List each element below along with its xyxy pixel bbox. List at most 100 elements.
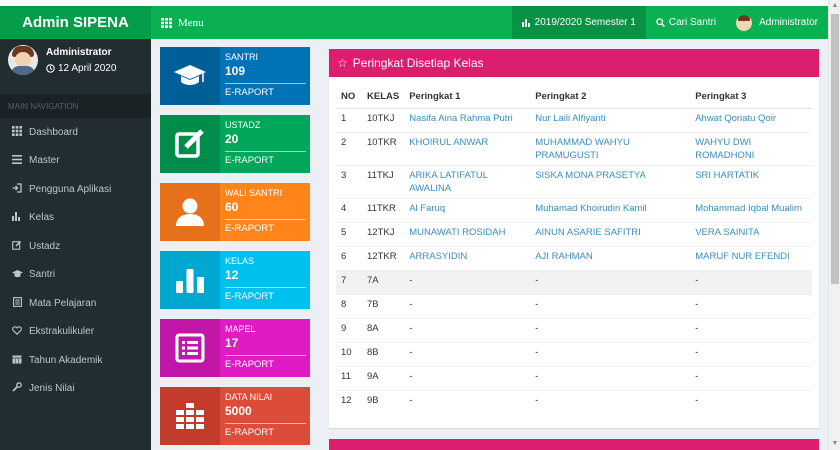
sidebar-item-pengguna-aplikasi[interactable]: Pengguna Aplikasi bbox=[0, 175, 151, 204]
sidebar-item-label: Dashboard bbox=[29, 126, 78, 138]
cell-p1[interactable]: ARRASYIDIN bbox=[404, 245, 531, 270]
table-row: 2 10TKR KHOIRUL ANWAR MUHAMMAD WAHYU PRAMUG… bbox=[336, 131, 812, 165]
brand-logo[interactable]: Admin SIPENA bbox=[0, 0, 151, 39]
avatar bbox=[8, 45, 38, 75]
cell-p2[interactable]: AJI RAHMAN bbox=[530, 245, 691, 270]
sidebar-item-santri[interactable]: Santri bbox=[0, 261, 151, 290]
cell-p3[interactable]: MARUF NUR EFENDI bbox=[690, 245, 812, 270]
sidebar-user-name: Administrator bbox=[46, 47, 112, 58]
scroll-down-arrow-icon[interactable]: ▼ bbox=[829, 438, 840, 450]
divider bbox=[225, 355, 306, 356]
info-box-footer-link[interactable]: E-RAPORT bbox=[225, 427, 306, 438]
nav-section-label: MAIN NAVIGATION bbox=[0, 94, 151, 118]
cell-kelas: 7B bbox=[362, 293, 405, 318]
cell-p1[interactable]: ARIKA LATIFATUL AWALINA bbox=[404, 164, 531, 198]
info-box-footer-link[interactable]: E-RAPORT bbox=[225, 359, 306, 370]
cell-p1[interactable]: Al Faruq bbox=[404, 197, 531, 222]
cell-kelas: 8A bbox=[362, 317, 405, 342]
cell-p3[interactable]: Ahwat Qoriatu Qoir bbox=[690, 107, 812, 132]
bar-chart-icon bbox=[160, 251, 220, 309]
sidebar-item-label: Jenis Nilai bbox=[29, 383, 75, 395]
cell-p1[interactable]: MUNAWATI ROSIDAH bbox=[404, 221, 531, 246]
cell-p2: - bbox=[530, 293, 691, 318]
search-santri-button[interactable]: Cari Santri bbox=[646, 6, 726, 39]
cell-no: 3 bbox=[336, 164, 362, 198]
cell-p2[interactable]: Nur Laili Alfiyanti bbox=[530, 107, 691, 132]
info-box-mapel[interactable]: MAPEL 17 E-RAPORT bbox=[160, 319, 310, 377]
sidebar-item-dashboard[interactable]: Dashboard bbox=[0, 118, 151, 147]
cell-p3[interactable]: Mohammad Iqbal Mualim bbox=[690, 197, 812, 222]
semester-selector[interactable]: 2019/2020 Semester 1 bbox=[511, 6, 646, 39]
cell-p1[interactable]: KHOIRUL ANWAR bbox=[404, 131, 531, 165]
cell-p2[interactable]: MUHAMMAD WAHYU PRAMUGUSTI bbox=[530, 131, 691, 165]
cell-p3: - bbox=[690, 317, 812, 342]
cell-p3[interactable]: SRI HARTATIK bbox=[690, 164, 812, 198]
search-icon bbox=[656, 18, 665, 27]
info-box-title: KELAS bbox=[225, 256, 255, 266]
info-box-footer-link[interactable]: E-RAPORT bbox=[225, 87, 306, 98]
cell-kelas: 10TKJ bbox=[362, 107, 405, 132]
table-row: 5 12TKJ MUNAWATI ROSIDAH AINUN ASARIE SAFIT… bbox=[336, 221, 812, 246]
info-box-santri[interactable]: SANTRI 109 E-RAPORT bbox=[160, 47, 310, 105]
cell-kelas: 10TKR bbox=[362, 131, 405, 165]
graduation-cap-icon bbox=[12, 269, 23, 281]
table-row: 8 7B - - - bbox=[336, 293, 812, 318]
scroll-thumb[interactable] bbox=[831, 14, 839, 284]
sidebar-item-label: Ekstrakulikuler bbox=[29, 326, 95, 338]
cell-p2[interactable]: AINUN ASARIE SAFITRI bbox=[530, 221, 691, 246]
cell-no: 1 bbox=[336, 107, 362, 132]
menu-toggle[interactable]: Menu bbox=[151, 6, 204, 39]
cell-p3: - bbox=[690, 269, 812, 294]
cell-p2[interactable]: Muhamad Khoirudin Kamil bbox=[530, 197, 691, 222]
cell-kelas: 12TKJ bbox=[362, 221, 405, 246]
info-box-ustadz[interactable]: USTADZ 20 E-RAPORT bbox=[160, 115, 310, 173]
table-row: 4 11TKR Al Faruq Muhamad Khoirudin Kamil Moh… bbox=[336, 197, 812, 222]
cell-no: 9 bbox=[336, 317, 362, 342]
info-box-number: 12 bbox=[225, 268, 239, 282]
info-box-footer-link[interactable]: E-RAPORT bbox=[225, 155, 306, 166]
info-box-footer-link[interactable]: E-RAPORT bbox=[225, 223, 306, 234]
sidebar-item-ekstrakulikuler[interactable]: Ekstrakulikuler bbox=[0, 318, 151, 347]
sidebar-item-mata-pelajaran[interactable]: Mata Pelajaran bbox=[0, 289, 151, 318]
bars-icon bbox=[12, 154, 22, 167]
cell-kelas: 8B bbox=[362, 341, 405, 366]
info-box-kelas[interactable]: KELAS 12 E-RAPORT bbox=[160, 251, 310, 309]
table-row: 10 8B - - - bbox=[336, 341, 812, 366]
info-box-number: 60 bbox=[225, 200, 239, 214]
cell-p3: - bbox=[690, 293, 812, 318]
cell-p2[interactable]: SISKA MONA PRASETYA bbox=[530, 164, 691, 198]
brand-title: Admin SIPENA bbox=[22, 14, 129, 31]
info-box-title: SANTRI bbox=[225, 52, 259, 62]
cell-no: 6 bbox=[336, 245, 362, 270]
sidebar-item-jenis-nilai[interactable]: Jenis Nilai bbox=[0, 375, 151, 404]
info-box-footer-link[interactable]: E-RAPORT bbox=[225, 291, 306, 302]
sidebar-item-label: Ustadz bbox=[29, 240, 61, 252]
cell-p2: - bbox=[530, 365, 691, 390]
sidebar-item-kelas[interactable]: Kelas bbox=[0, 204, 151, 233]
user-avatar bbox=[736, 14, 753, 31]
sidebar-item-tahun-akademik[interactable]: Tahun Akademik bbox=[0, 346, 151, 375]
user-menu[interactable]: Administrator bbox=[726, 6, 828, 39]
cell-p3[interactable]: VERA SAINITA bbox=[690, 221, 812, 246]
sidebar-item-master[interactable]: Master bbox=[0, 147, 151, 176]
info-box-title: USTADZ bbox=[225, 120, 261, 130]
ranking-title: Peringkat Disetiap Kelas bbox=[352, 56, 484, 70]
page-scrollbar[interactable]: ▲ ▼ bbox=[828, 0, 840, 450]
sidebar-item-ustadz[interactable]: Ustadz bbox=[0, 232, 151, 261]
cell-p1: - bbox=[404, 317, 531, 342]
cell-p3: - bbox=[690, 389, 812, 414]
divider bbox=[225, 287, 306, 288]
info-box-number: 20 bbox=[225, 132, 239, 146]
info-box-title: MAPEL bbox=[225, 324, 256, 334]
cell-kelas: 11TKJ bbox=[362, 164, 405, 198]
info-box-title: WALI SANTRI bbox=[225, 188, 283, 198]
cell-p1[interactable]: Nasifa Aina Rahma Putri bbox=[404, 107, 531, 132]
cell-p3[interactable]: WAHYU DWI ROMADHONI bbox=[690, 131, 812, 165]
info-box-data-nilai[interactable]: DATA NILAI 5000 E-RAPORT bbox=[160, 387, 310, 445]
heart-icon bbox=[12, 326, 22, 338]
th-icon bbox=[12, 125, 22, 139]
info-box-wali-santri[interactable]: WALI SANTRI 60 E-RAPORT bbox=[160, 183, 310, 241]
scroll-up-arrow-icon[interactable]: ▲ bbox=[829, 0, 840, 12]
main-content: SANTRI 109 E-RAPORT USTADZ 20 E-RAPORT WALI SA… bbox=[151, 39, 828, 450]
cell-p2: - bbox=[530, 269, 691, 294]
